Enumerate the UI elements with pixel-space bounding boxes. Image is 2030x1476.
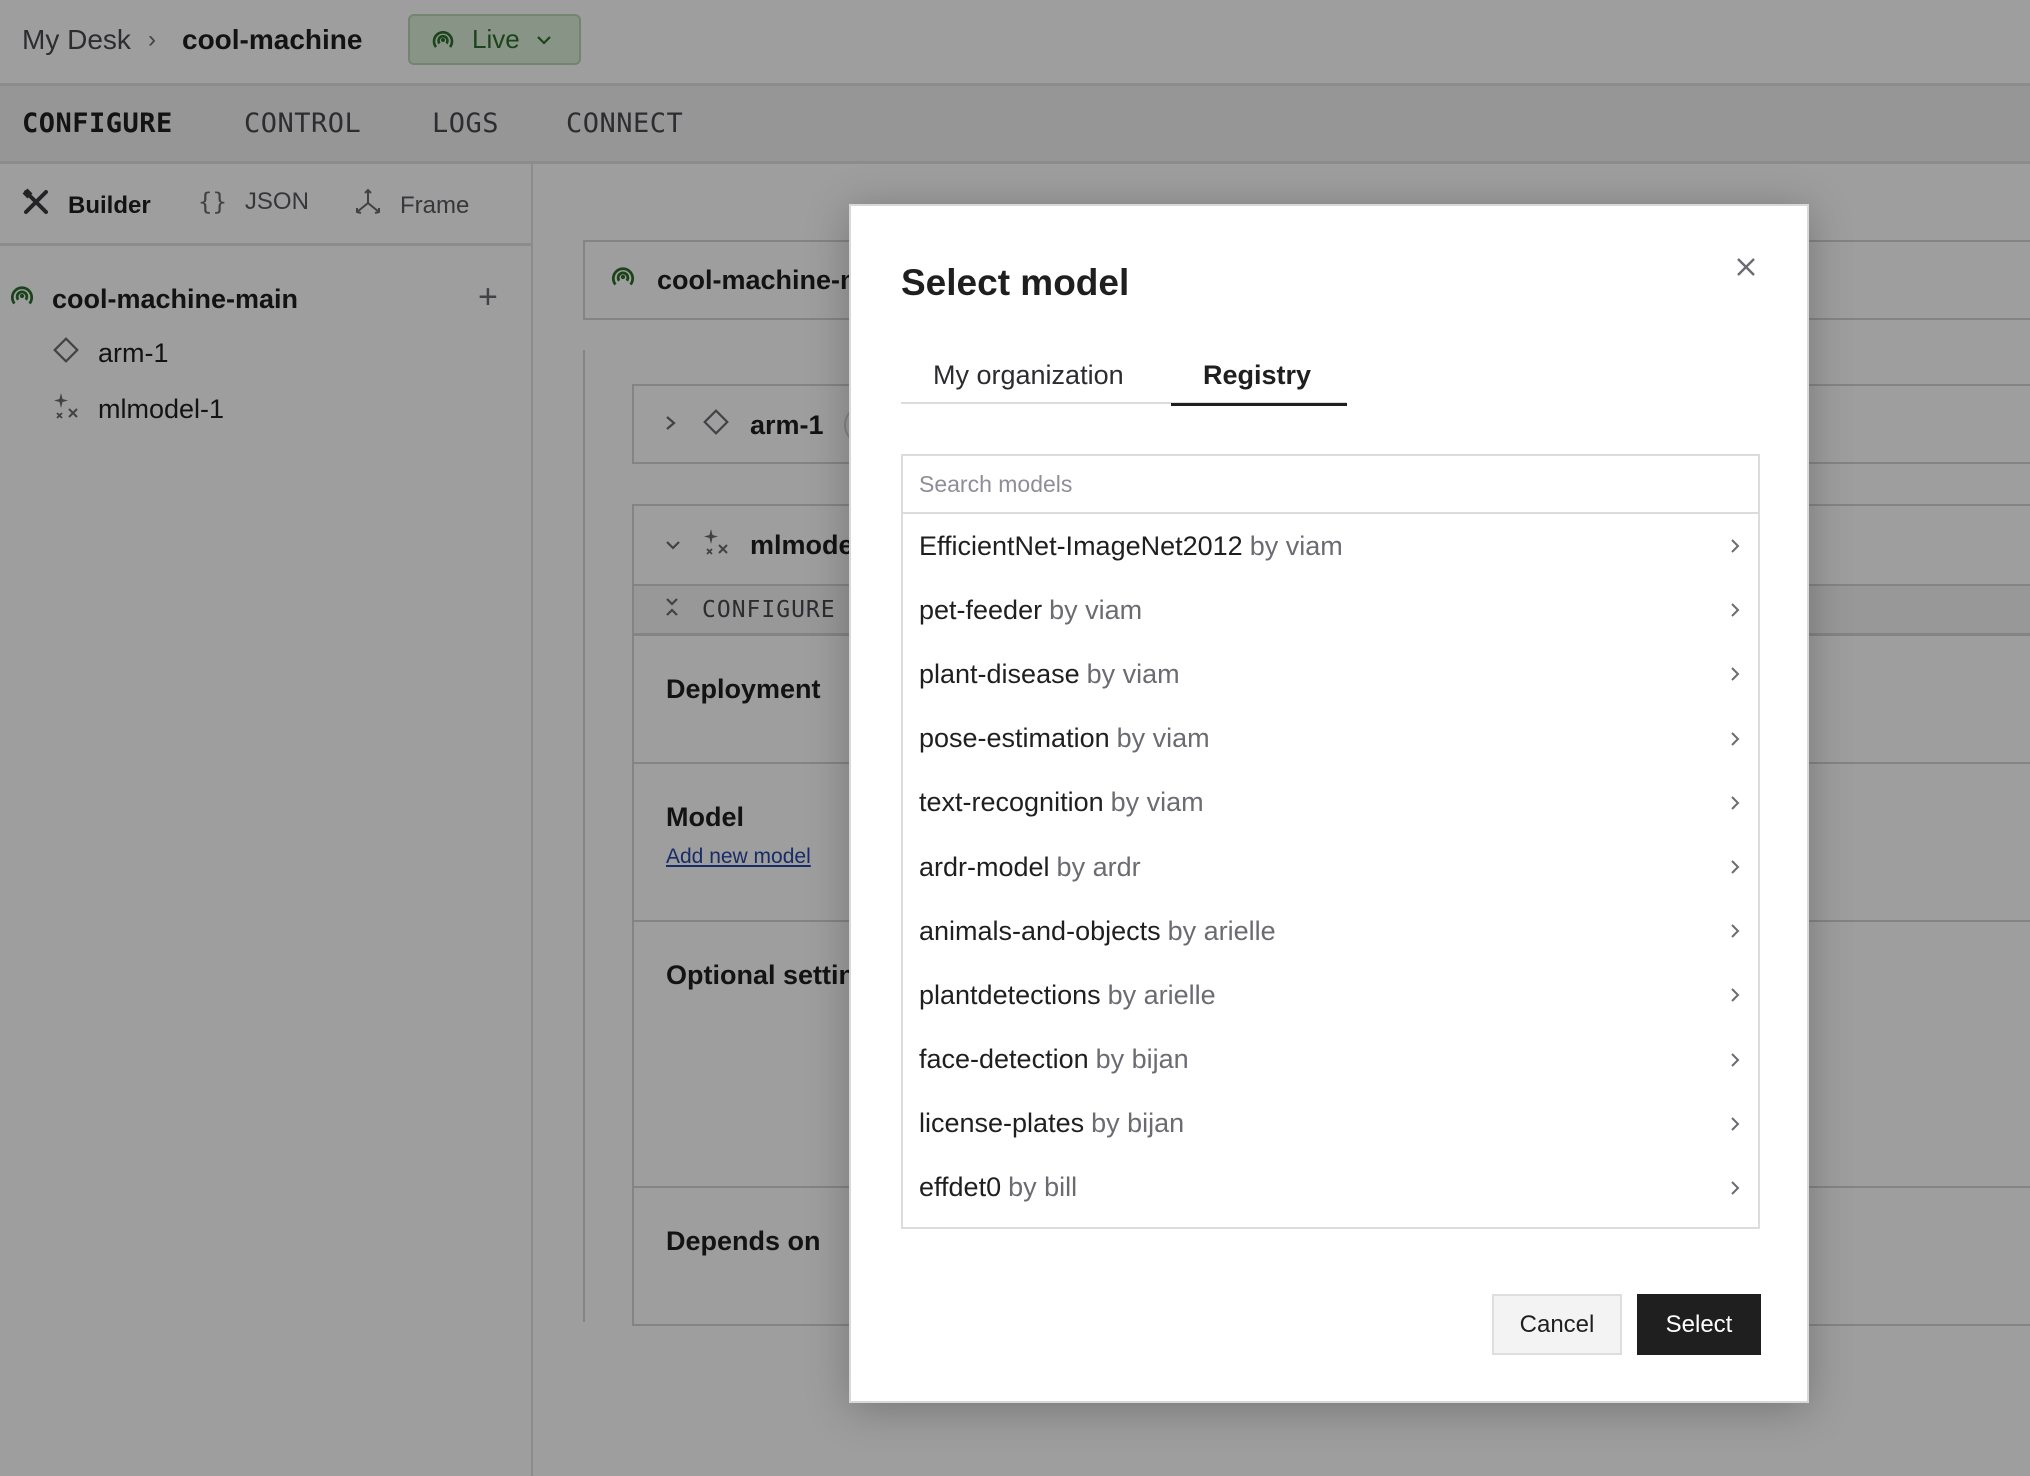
model-name: effdet0 [919, 1172, 1002, 1203]
model-name: text-recognition [919, 787, 1104, 818]
model-name: animals-and-objects [919, 915, 1161, 946]
chevron-right-icon [1728, 1179, 1742, 1197]
model-owner: by ardr [1056, 851, 1141, 882]
chevron-right-icon [1728, 858, 1742, 876]
cancel-button[interactable]: Cancel [1492, 1294, 1622, 1355]
model-owner: by arielle [1167, 915, 1276, 946]
model-list-item[interactable]: plantdetections by arielle [903, 963, 1758, 1027]
chevron-right-icon [1728, 1051, 1742, 1069]
model-owner: by viam [1249, 530, 1343, 561]
model-owner: by bijan [1095, 1044, 1189, 1075]
close-icon [1735, 256, 1757, 283]
model-list-item[interactable]: text-recognition by viam [903, 771, 1758, 835]
model-list-item[interactable]: plant-disease by viam [903, 642, 1758, 706]
model-list-item[interactable]: effdet0 by bill [903, 1156, 1758, 1220]
chevron-right-icon [1728, 922, 1742, 940]
tab-registry[interactable]: Registry [1171, 352, 1347, 406]
chevron-right-icon [1728, 1115, 1742, 1133]
model-owner: by viam [1116, 723, 1210, 754]
model-list-item[interactable]: face-detection by bijan [903, 1028, 1758, 1092]
model-owner: by viam [1049, 594, 1143, 625]
chevron-right-icon [1728, 730, 1742, 748]
close-button[interactable] [1731, 254, 1761, 284]
model-name: EfficientNet-ImageNet2012 [919, 530, 1243, 561]
model-owner: by bijan [1091, 1108, 1185, 1139]
select-model-dialog: Select model My organization Registry Ef… [849, 204, 1809, 1403]
model-name: ardr-model [919, 851, 1050, 882]
chevron-right-icon [1728, 794, 1742, 812]
tab-my-organization[interactable]: My organization [933, 352, 1124, 404]
select-button[interactable]: Select [1637, 1294, 1761, 1355]
model-name: face-detection [919, 1044, 1089, 1075]
chevron-right-icon [1728, 986, 1742, 1004]
model-list-item[interactable]: pose-estimation by viam [903, 707, 1758, 771]
dialog-title: Select model [901, 262, 1130, 303]
model-list-box: EfficientNet-ImageNet2012by viampet-feed… [901, 454, 1760, 1229]
chevron-right-icon [1728, 601, 1742, 619]
model-list-item[interactable]: EfficientNet-ImageNet2012 by viam [903, 514, 1758, 578]
model-list-item[interactable]: animals-and-objects by arielle [903, 899, 1758, 963]
model-name: license-plates [919, 1108, 1085, 1139]
model-list-item[interactable]: ardr-model by ardr [903, 835, 1758, 899]
model-name: pet-feeder [919, 594, 1043, 625]
model-name: plant-disease [919, 658, 1080, 689]
search-models-input[interactable] [903, 456, 1758, 514]
model-list-item[interactable]: license-plates by bijan [903, 1092, 1758, 1156]
dialog-tabs: My organization Registry [901, 352, 1347, 406]
model-list: EfficientNet-ImageNet2012 by viam pet-feed… [903, 514, 1758, 1220]
chevron-right-icon [1728, 537, 1742, 555]
model-owner: by viam [1086, 658, 1180, 689]
model-name: pose-estimation [919, 723, 1110, 754]
model-owner: by viam [1110, 787, 1204, 818]
model-name: plantdetections [919, 979, 1101, 1010]
model-owner: by arielle [1107, 979, 1216, 1010]
model-owner: by bill [1008, 1172, 1078, 1203]
chevron-right-icon [1728, 665, 1742, 683]
model-list-item[interactable]: pet-feeder by viam [903, 578, 1758, 642]
